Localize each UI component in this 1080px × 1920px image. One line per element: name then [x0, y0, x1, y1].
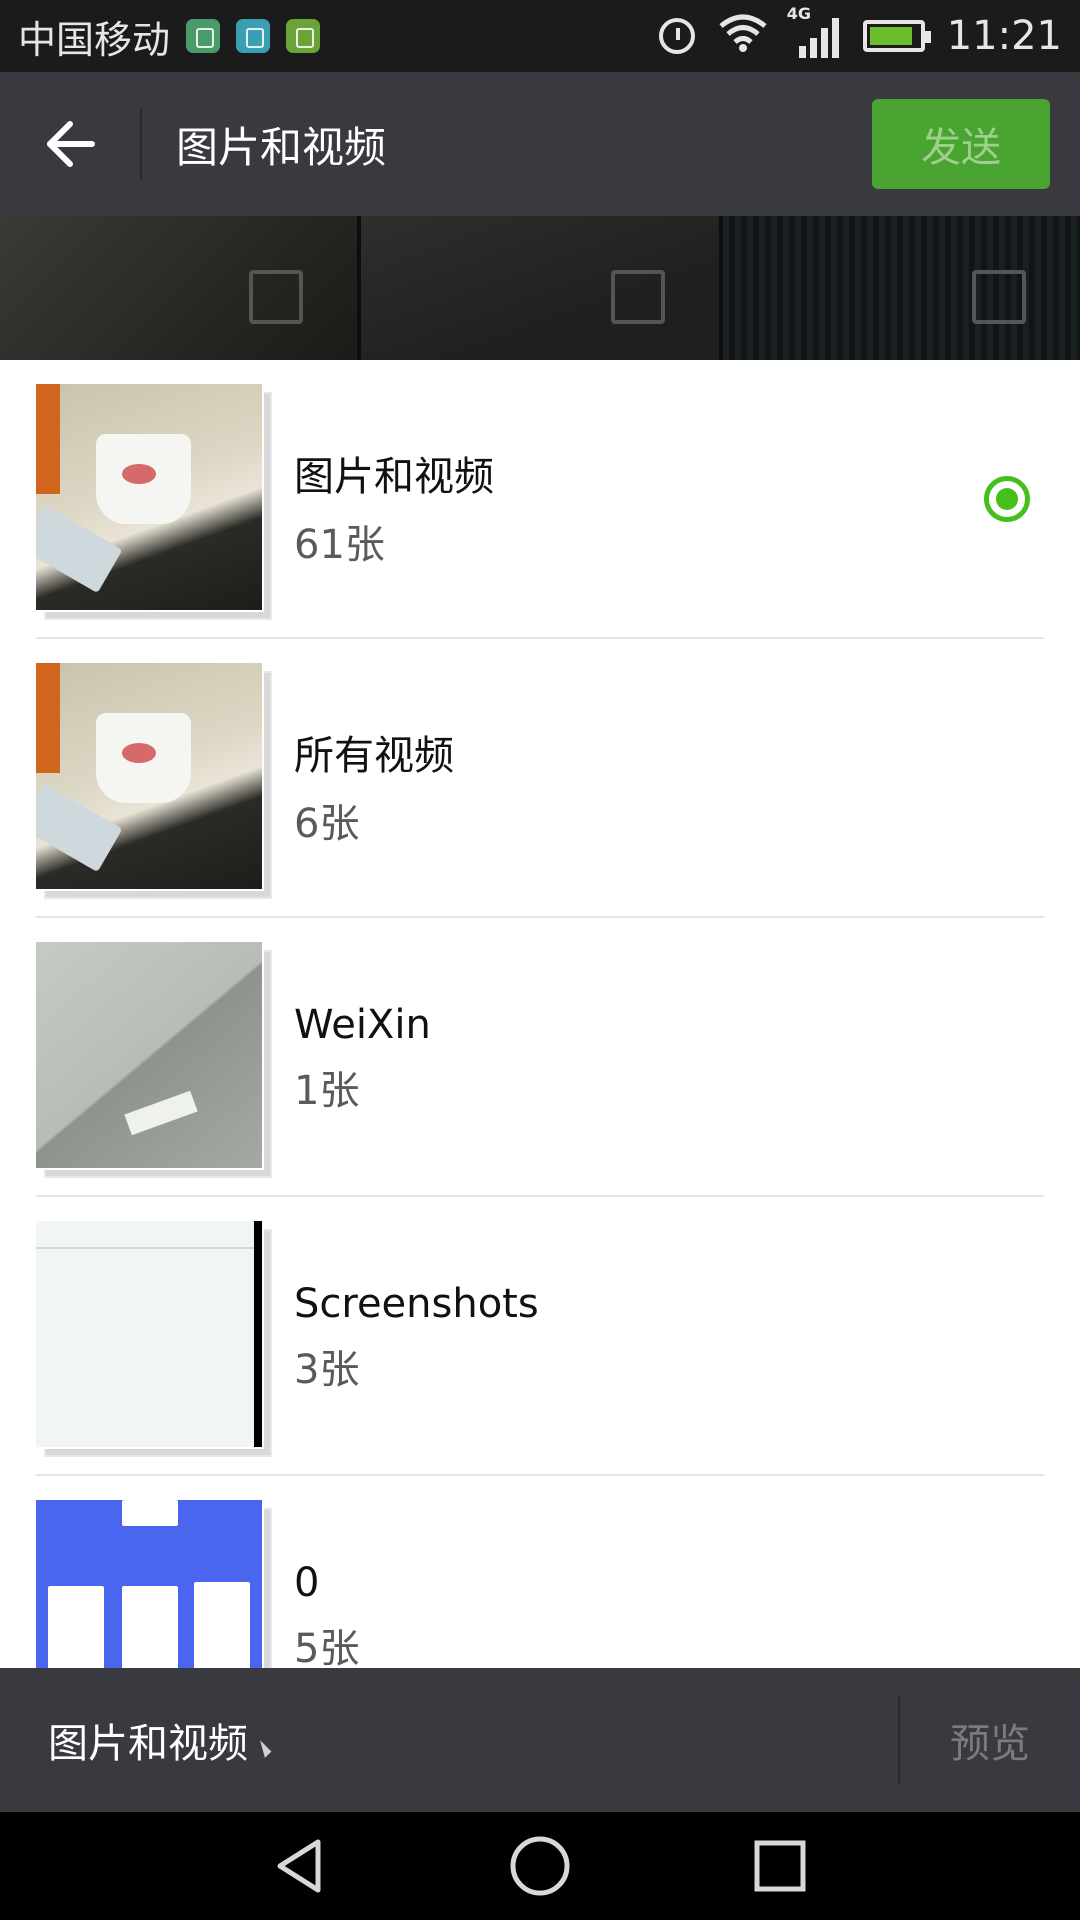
album-item[interactable]: 所有视频 6张	[0, 639, 1080, 918]
album-name: 所有视频	[294, 733, 454, 779]
android-icon	[236, 19, 271, 53]
send-button[interactable]: 发送	[872, 99, 1050, 189]
page-title: 图片和视频	[176, 122, 387, 172]
album-info: Screenshots 3张	[294, 1281, 539, 1395]
status-bar: 中国移动 4G 11:21	[0, 0, 1080, 72]
album-item[interactable]: Screenshots 3张	[0, 1197, 1080, 1476]
album-thumbnail	[36, 1221, 274, 1459]
album-info: 0 5张	[294, 1560, 359, 1668]
clock: 11:21	[946, 13, 1062, 59]
album-item[interactable]: 0 5张	[0, 1476, 1080, 1668]
nav-recents-button[interactable]	[745, 1831, 815, 1901]
folder-dropdown[interactable]: 图片和视频	[48, 1711, 272, 1769]
header-divider	[140, 108, 142, 180]
preview-button[interactable]: 预览	[950, 1668, 1030, 1812]
back-button[interactable]	[0, 72, 140, 216]
selected-radio-icon	[984, 476, 1030, 522]
status-left: 中国移动	[18, 9, 321, 64]
album-count: 3张	[294, 1347, 360, 1393]
back-arrow-icon	[47, 121, 95, 167]
album-item[interactable]: 图片和视频 61张	[0, 360, 1080, 639]
album-count: 61张	[294, 522, 385, 568]
album-thumbnail	[36, 1500, 274, 1668]
album-count: 1张	[294, 1068, 360, 1114]
album-thumbnail	[36, 942, 274, 1180]
checkbox-icon[interactable]	[249, 270, 304, 324]
status-right: 4G 11:21	[658, 4, 1062, 61]
album-info: WeiXin 1张	[294, 1002, 431, 1116]
album-cover-image	[36, 1500, 264, 1668]
album-name: Screenshots	[294, 1281, 539, 1327]
album-cover-image	[36, 384, 264, 612]
signal-icon: 4G	[787, 4, 841, 60]
album-cover-image	[36, 942, 264, 1170]
grid-photo[interactable]	[0, 216, 358, 360]
album-cover-image	[36, 663, 264, 891]
checkbox-icon[interactable]	[610, 270, 665, 324]
album-count: 6张	[294, 801, 360, 847]
album-info: 图片和视频 61张	[294, 444, 494, 570]
album-name: 图片和视频	[294, 454, 494, 500]
grid-photo[interactable]	[361, 216, 719, 360]
grid-photo[interactable]	[722, 216, 1080, 360]
carrier-name: 中国移动	[18, 17, 171, 62]
album-cover-image	[36, 1221, 264, 1449]
album-list: 图片和视频 61张 所有视频 6张 WeiXin 1张 Screenshots …	[0, 360, 1080, 1668]
battery-charging-icon	[862, 20, 931, 52]
album-item[interactable]: WeiXin 1张	[0, 918, 1080, 1197]
album-name: 0	[294, 1560, 320, 1606]
caret-icon	[253, 1740, 272, 1758]
album-name: WeiXin	[294, 1002, 431, 1048]
toolbar-divider	[898, 1696, 900, 1784]
nav-home-button[interactable]	[505, 1831, 575, 1901]
album-count: 5张	[294, 1626, 360, 1668]
bottom-toolbar: 图片和视频 预览	[0, 1668, 1080, 1812]
photo-grid-row	[0, 216, 1080, 360]
triangle-back-icon	[277, 1839, 321, 1893]
checkbox-icon[interactable]	[971, 270, 1026, 324]
circle-home-icon	[510, 1836, 570, 1896]
alarm-icon	[658, 18, 695, 54]
navigation-bar	[0, 1812, 1080, 1920]
square-recents-icon	[754, 1840, 806, 1892]
top-app-bar: 图片和视频 发送	[0, 72, 1080, 216]
album-info: 所有视频 6张	[294, 723, 454, 849]
battery-level	[869, 27, 913, 45]
album-thumbnail	[36, 663, 274, 901]
album-thumbnail	[36, 384, 274, 622]
bot-icon	[286, 19, 321, 53]
nav-back-button[interactable]	[265, 1831, 335, 1901]
wifi-icon	[717, 12, 769, 61]
folder-dropdown-label: 图片和视频	[48, 1721, 248, 1767]
usb-debug-icon	[186, 19, 221, 53]
